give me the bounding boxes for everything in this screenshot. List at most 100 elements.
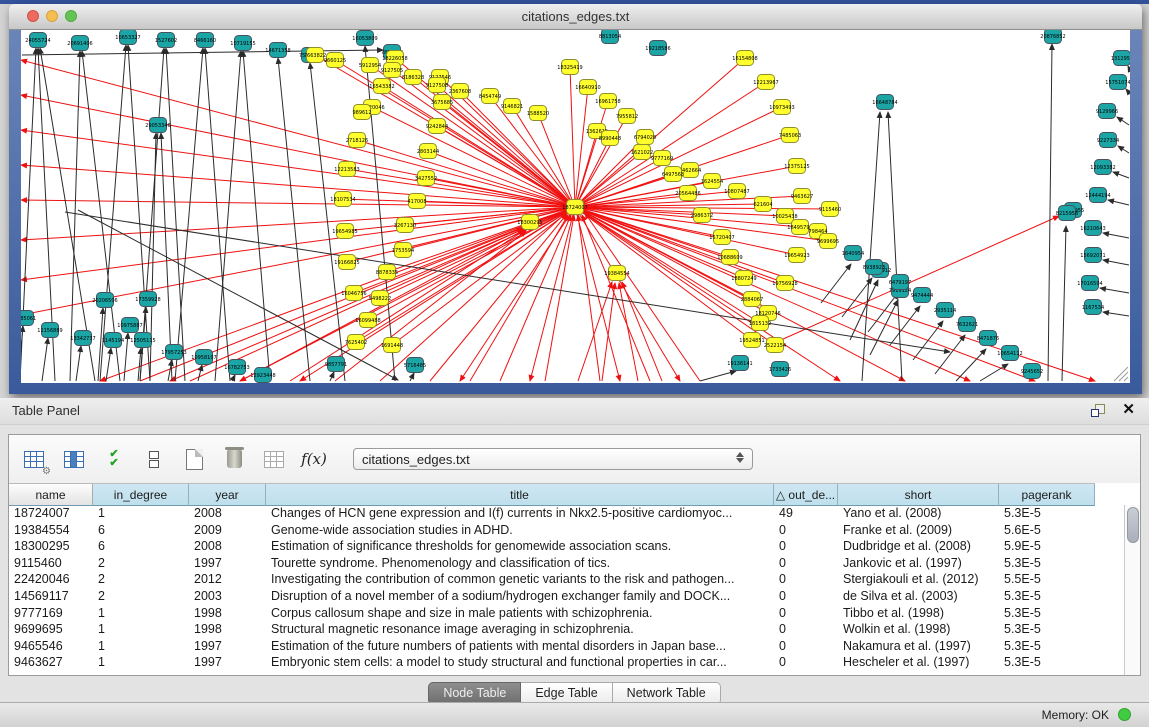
graph-node[interactable]: 10654112 — [997, 346, 1022, 361]
graph-node[interactable]: 9129966 — [1096, 104, 1118, 119]
table-body[interactable]: 1872400712008Changes of HCN gene express… — [9, 505, 1140, 675]
graph-node[interactable]: 9146821 — [501, 99, 523, 114]
select-all-button[interactable]: ✔✔ — [101, 446, 127, 472]
column-header-title[interactable]: title — [266, 484, 774, 506]
graph-node[interactable]: 3427552 — [415, 171, 437, 186]
graph-node[interactable]: 15720407 — [709, 230, 734, 245]
zoom-traffic-light[interactable] — [65, 10, 77, 22]
graph-node[interactable]: 1624554 — [701, 174, 723, 189]
graph-node[interactable]: 7955812 — [616, 109, 638, 124]
graph-node[interactable]: 20691406 — [67, 36, 92, 51]
graph-node[interactable]: 9660125 — [324, 53, 346, 68]
graph-node[interactable]: 16053809 — [352, 31, 377, 46]
graph-node[interactable]: 9857791 — [325, 357, 347, 372]
show-column-button[interactable] — [61, 446, 87, 472]
delete-rows-button[interactable] — [221, 446, 247, 472]
minimize-traffic-light[interactable] — [46, 10, 58, 22]
table-row[interactable]: 1872400712008Changes of HCN gene express… — [9, 505, 1140, 522]
graph-node[interactable]: 8878335 — [376, 265, 398, 280]
graph-node[interactable]: 9474444 — [911, 288, 933, 303]
graph-node[interactable]: 12093382 — [1090, 160, 1115, 175]
graph-node[interactable]: 2803144 — [417, 144, 439, 159]
table-row[interactable]: 977716911998Corpus callosum shape and si… — [9, 605, 1140, 622]
graph-node[interactable]: 10719155 — [230, 36, 255, 51]
graph-node[interactable]: 20206506 — [92, 293, 117, 308]
graph-nodes[interactable]: 2405572420691406106533271527602846616010… — [21, 30, 1130, 383]
graph-node[interactable]: 7663822 — [304, 48, 326, 63]
window-titlebar[interactable]: citations_edges.txt — [9, 4, 1142, 30]
table-row[interactable]: 946554611997Estimation of the future num… — [9, 638, 1140, 655]
table-selector-dropdown[interactable]: citations_edges.txt — [353, 448, 753, 470]
graph-node[interactable]: 19654923 — [784, 248, 809, 263]
graph-node[interactable]: 18325419 — [557, 60, 582, 75]
vertical-scrollbar[interactable] — [1124, 505, 1140, 675]
column-header-short[interactable]: short — [838, 484, 999, 506]
graph-node[interactable]: 417008 — [407, 194, 426, 209]
graph-node[interactable]: 1588520 — [527, 106, 549, 121]
graph-node[interactable]: 1621022 — [631, 145, 653, 160]
graph-node[interactable]: 1312954 — [1111, 51, 1130, 66]
table-row[interactable]: 946362711997Embryonic stem cells: a mode… — [9, 654, 1140, 671]
graph-node[interactable]: 10975887 — [117, 318, 142, 333]
graph-node[interactable]: 8471876 — [977, 331, 999, 346]
graph-node[interactable]: 29053346 — [145, 118, 170, 133]
graph-node[interactable]: 18807249 — [731, 271, 756, 286]
graph-node[interactable]: 8813054 — [599, 30, 621, 44]
graph-node[interactable]: 12505115 — [130, 333, 155, 348]
graph-node[interactable]: 3267130 — [394, 218, 416, 233]
graph-node[interactable]: 9245652 — [1021, 364, 1043, 379]
column-header-out_de[interactable]: △ out_de... — [774, 484, 838, 506]
new-document-button[interactable] — [181, 446, 207, 472]
graph-node[interactable]: 1753594 — [392, 243, 414, 258]
graph-node[interactable]: 2986372 — [691, 208, 713, 223]
graph-node[interactable]: 16154808 — [732, 51, 757, 66]
graph-node[interactable]: 15692071 — [1080, 248, 1105, 263]
graph-node[interactable]: 989612 — [352, 105, 371, 120]
graph-node[interactable]: 11156889 — [37, 323, 62, 338]
table-row[interactable]: 2242004622012Investigating the contribut… — [9, 571, 1140, 588]
graph-node[interactable]: 1527602 — [155, 33, 177, 48]
graph-node[interactable]: 8938923 — [863, 260, 885, 275]
canvas-resize-grip[interactable] — [1114, 367, 1128, 381]
graph-node[interactable]: 19756928 — [772, 276, 797, 291]
graph-node[interactable]: 1691448 — [381, 338, 403, 353]
table-settings-button[interactable]: ⚙ — [21, 446, 47, 472]
graph-node[interactable]: 9127508 — [426, 78, 448, 93]
graph-node[interactable]: 1733426 — [769, 362, 791, 377]
graph-node[interactable]: 5716485 — [404, 358, 426, 373]
graph-node[interactable]: 16961758 — [595, 94, 620, 109]
graph-node[interactable]: 8990448 — [599, 131, 621, 146]
graph-node[interactable]: 19136141 — [727, 356, 752, 371]
float-window-icon[interactable] — [1091, 404, 1105, 417]
column-header-year[interactable]: year — [189, 484, 266, 506]
table-row[interactable]: 911546021997Tourette syndrome. Phenomeno… — [9, 555, 1140, 572]
delete-table-button[interactable] — [261, 446, 287, 472]
graph-node[interactable]: 1640954 — [842, 246, 864, 261]
graph-node[interactable]: 7632621 — [956, 317, 978, 332]
graph-node[interactable]: 13342737 — [70, 331, 95, 346]
close-panel-icon[interactable]: ✕ — [1122, 401, 1135, 419]
graph-node[interactable]: 9242844 — [426, 119, 448, 134]
graph-node[interactable]: 9127505 — [381, 63, 403, 78]
column-header-in_degree[interactable]: in_degree — [93, 484, 189, 506]
graph-node[interactable]: 16648784 — [872, 95, 897, 110]
graph-node[interactable]: 9777169 — [651, 151, 673, 166]
graph-node[interactable]: 9699695 — [817, 234, 839, 249]
graph-node[interactable]: 12375125 — [784, 159, 809, 174]
graph-node[interactable]: 17016504 — [1077, 276, 1102, 291]
graph-node[interactable]: 6794028 — [634, 130, 656, 145]
graph-node[interactable]: 5498222 — [369, 291, 391, 306]
close-traffic-light[interactable] — [27, 10, 39, 22]
graph-node[interactable]: 16210643 — [1080, 221, 1105, 236]
graph-node[interactable]: 10973493 — [769, 100, 794, 115]
graph-node[interactable]: 7485063 — [779, 128, 801, 143]
scrollbar-thumb[interactable] — [1127, 507, 1139, 543]
graph-node[interactable]: 10653327 — [115, 30, 140, 45]
column-header-name[interactable]: name — [9, 484, 93, 506]
graph-node[interactable]: 2718126 — [346, 133, 368, 148]
memory-ok-indicator[interactable] — [1118, 708, 1131, 721]
graph-node[interactable]: 621604 — [753, 197, 772, 212]
graph-node[interactable]: 19218586 — [645, 41, 670, 56]
table-row[interactable]: 1938455462009Genome-wide association stu… — [9, 522, 1140, 539]
graph-node[interactable]: 2522154 — [764, 338, 786, 353]
